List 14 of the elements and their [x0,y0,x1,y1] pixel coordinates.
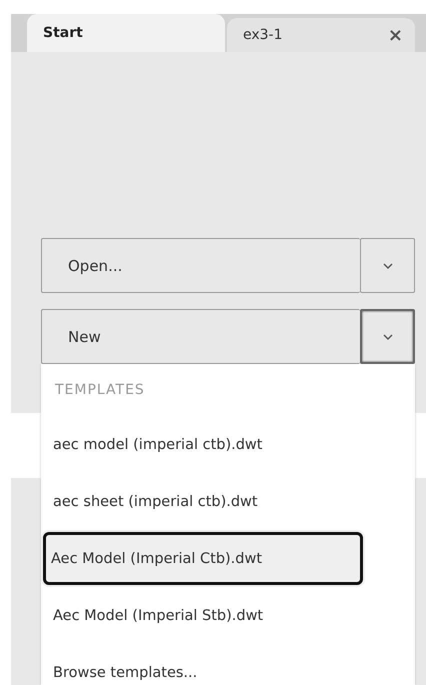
split-button[interactable]: New [41,309,360,364]
close-icon[interactable]: × [388,24,403,46]
dropdown-button[interactable] [360,309,415,364]
chevron-down-icon [382,334,392,340]
menu-header: TEMPLATES [54,381,146,400]
menu-item[interactable]: aec sheet (imperial ctb).dwt [41,473,415,530]
menu-item[interactable]: aec model (imperial ctb).dwt [41,416,415,473]
menu-item[interactable]: Browse templates... [41,644,415,685]
tab[interactable]: ex3-1 × [227,18,415,52]
chevron-down-icon [382,262,392,268]
menu-item[interactable]: Aec Model (Imperial Ctb).dwt [41,530,365,587]
split-button[interactable]: Open... [41,238,360,293]
tab[interactable]: Start [27,14,225,52]
menu-item[interactable]: Aec Model (Imperial Stb).dwt [41,587,415,644]
